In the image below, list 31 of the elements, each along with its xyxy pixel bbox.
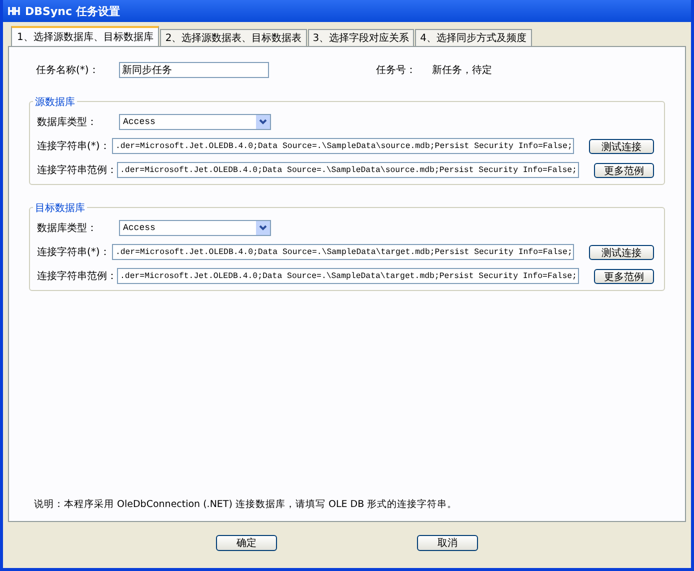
window-title: DBSync 任务设置 bbox=[25, 4, 120, 18]
connection-string-field[interactable]: .der=Microsoft.Jet.OLEDB.4.0;Data Source=.\SampleData\target.mdb;Persist Security Info=False; bbox=[112, 244, 574, 260]
tab[interactable]: 1、选择源数据库、目标数据库 bbox=[11, 26, 160, 46]
app-icon bbox=[7, 4, 21, 18]
field-label: 任务号： bbox=[376, 64, 417, 77]
database-type-dropdown[interactable]: Access bbox=[119, 220, 271, 236]
field-label: 数据库类型： bbox=[37, 116, 98, 129]
group-title: 源数据库 bbox=[33, 95, 77, 109]
tab[interactable]: 2、选择源数据表、目标数据表 bbox=[160, 29, 307, 46]
field-label: 数据库类型： bbox=[37, 222, 98, 235]
note-text: 说明：本程序采用 OleDbConnection (.NET) 连接数据库，请填写 OLE DB 形式的连接字符串。 bbox=[34, 498, 458, 511]
action-button[interactable]: 测试连接 bbox=[589, 244, 654, 260]
dialog-button[interactable]: 取消 bbox=[417, 535, 478, 551]
field-label: 连接字符串范例： bbox=[37, 164, 117, 177]
tab[interactable]: 4、选择同步方式及频度 bbox=[415, 29, 532, 46]
action-button[interactable]: 更多范例 bbox=[594, 162, 654, 178]
group-title: 目标数据库 bbox=[33, 201, 87, 215]
task-name-field[interactable]: 新同步任务 bbox=[119, 62, 269, 78]
database-type-dropdown[interactable]: Access bbox=[119, 114, 271, 130]
action-button[interactable]: 测试连接 bbox=[589, 138, 654, 154]
field-label: 连接字符串(*)： bbox=[37, 246, 111, 259]
connection-string-field[interactable]: .der=Microsoft.Jet.OLEDB.4.0;Data Source=.\SampleData\source.mdb;Persist Security Info=False; bbox=[112, 138, 574, 154]
field-label: 任务名称(*)： bbox=[36, 64, 100, 77]
task-number-value: 新任务，待定 bbox=[432, 64, 492, 77]
connection-string-field[interactable]: .der=Microsoft.Jet.OLEDB.4.0;Data Source=.\SampleData\target.mdb;Persist Security Info=False; bbox=[117, 268, 579, 284]
action-button[interactable]: 更多范例 bbox=[594, 268, 654, 284]
connection-string-field[interactable]: .der=Microsoft.Jet.OLEDB.4.0;Data Source=.\SampleData\source.mdb;Persist Security Info=False; bbox=[117, 162, 579, 178]
field-label: 连接字符串(*)： bbox=[37, 140, 111, 153]
tab[interactable]: 3、选择字段对应关系 bbox=[308, 29, 414, 46]
field-label: 连接字符串范例： bbox=[37, 270, 117, 283]
dialog-button[interactable]: 确定 bbox=[216, 535, 277, 551]
